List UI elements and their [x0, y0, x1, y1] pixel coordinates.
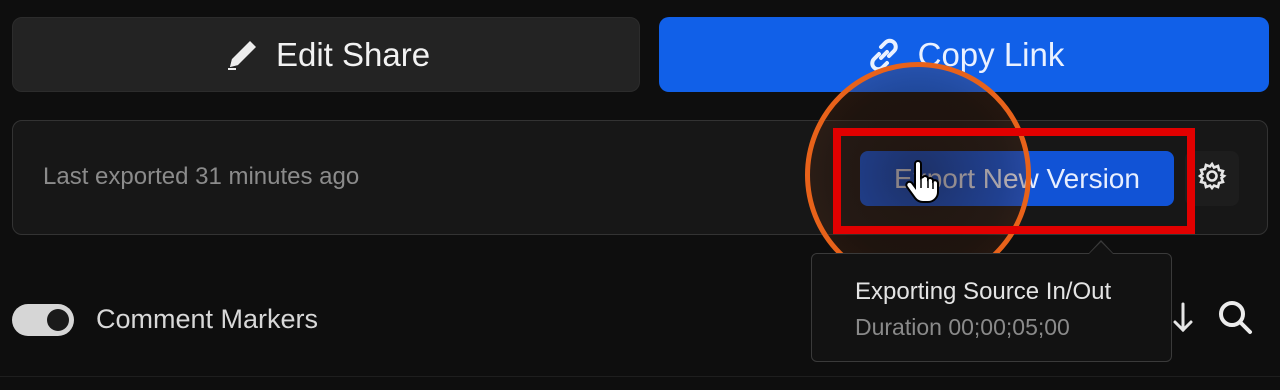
comment-markers-toggle[interactable]	[12, 304, 74, 336]
gear-icon	[1197, 161, 1227, 196]
search-icon[interactable]	[1216, 298, 1256, 343]
export-new-version-label: Export New Version	[894, 162, 1140, 194]
export-new-version-button[interactable]: Export New Version	[860, 151, 1174, 206]
export-settings-button[interactable]	[1185, 151, 1239, 206]
edit-share-button[interactable]: Edit Share	[12, 17, 640, 92]
tooltip-duration: Duration 00;00;05;00	[855, 314, 1070, 340]
copy-link-label: Copy Link	[917, 35, 1065, 73]
export-panel: Last exported 31 minutes ago Export New …	[12, 120, 1268, 235]
link-icon	[864, 35, 904, 75]
export-tooltip: Exporting Source In/Out Duration 00;00;0…	[811, 253, 1172, 362]
edit-share-label: Edit Share	[275, 35, 431, 73]
share-panel: Edit Share Copy Link Last exported 31 mi…	[0, 0, 1280, 390]
tooltip-title: Exporting Source In/Out	[855, 278, 1112, 305]
divider	[0, 376, 1280, 377]
copy-link-button[interactable]: Copy Link	[659, 17, 1269, 92]
toggle-knob	[47, 309, 69, 331]
arrow-down-icon[interactable]	[1172, 300, 1194, 341]
tooltip-arrow-fill	[1089, 242, 1113, 254]
comment-markers-label: Comment Markers	[96, 304, 319, 334]
last-exported-text: Last exported 31 minutes ago	[43, 163, 360, 190]
pencil-icon	[222, 35, 262, 75]
